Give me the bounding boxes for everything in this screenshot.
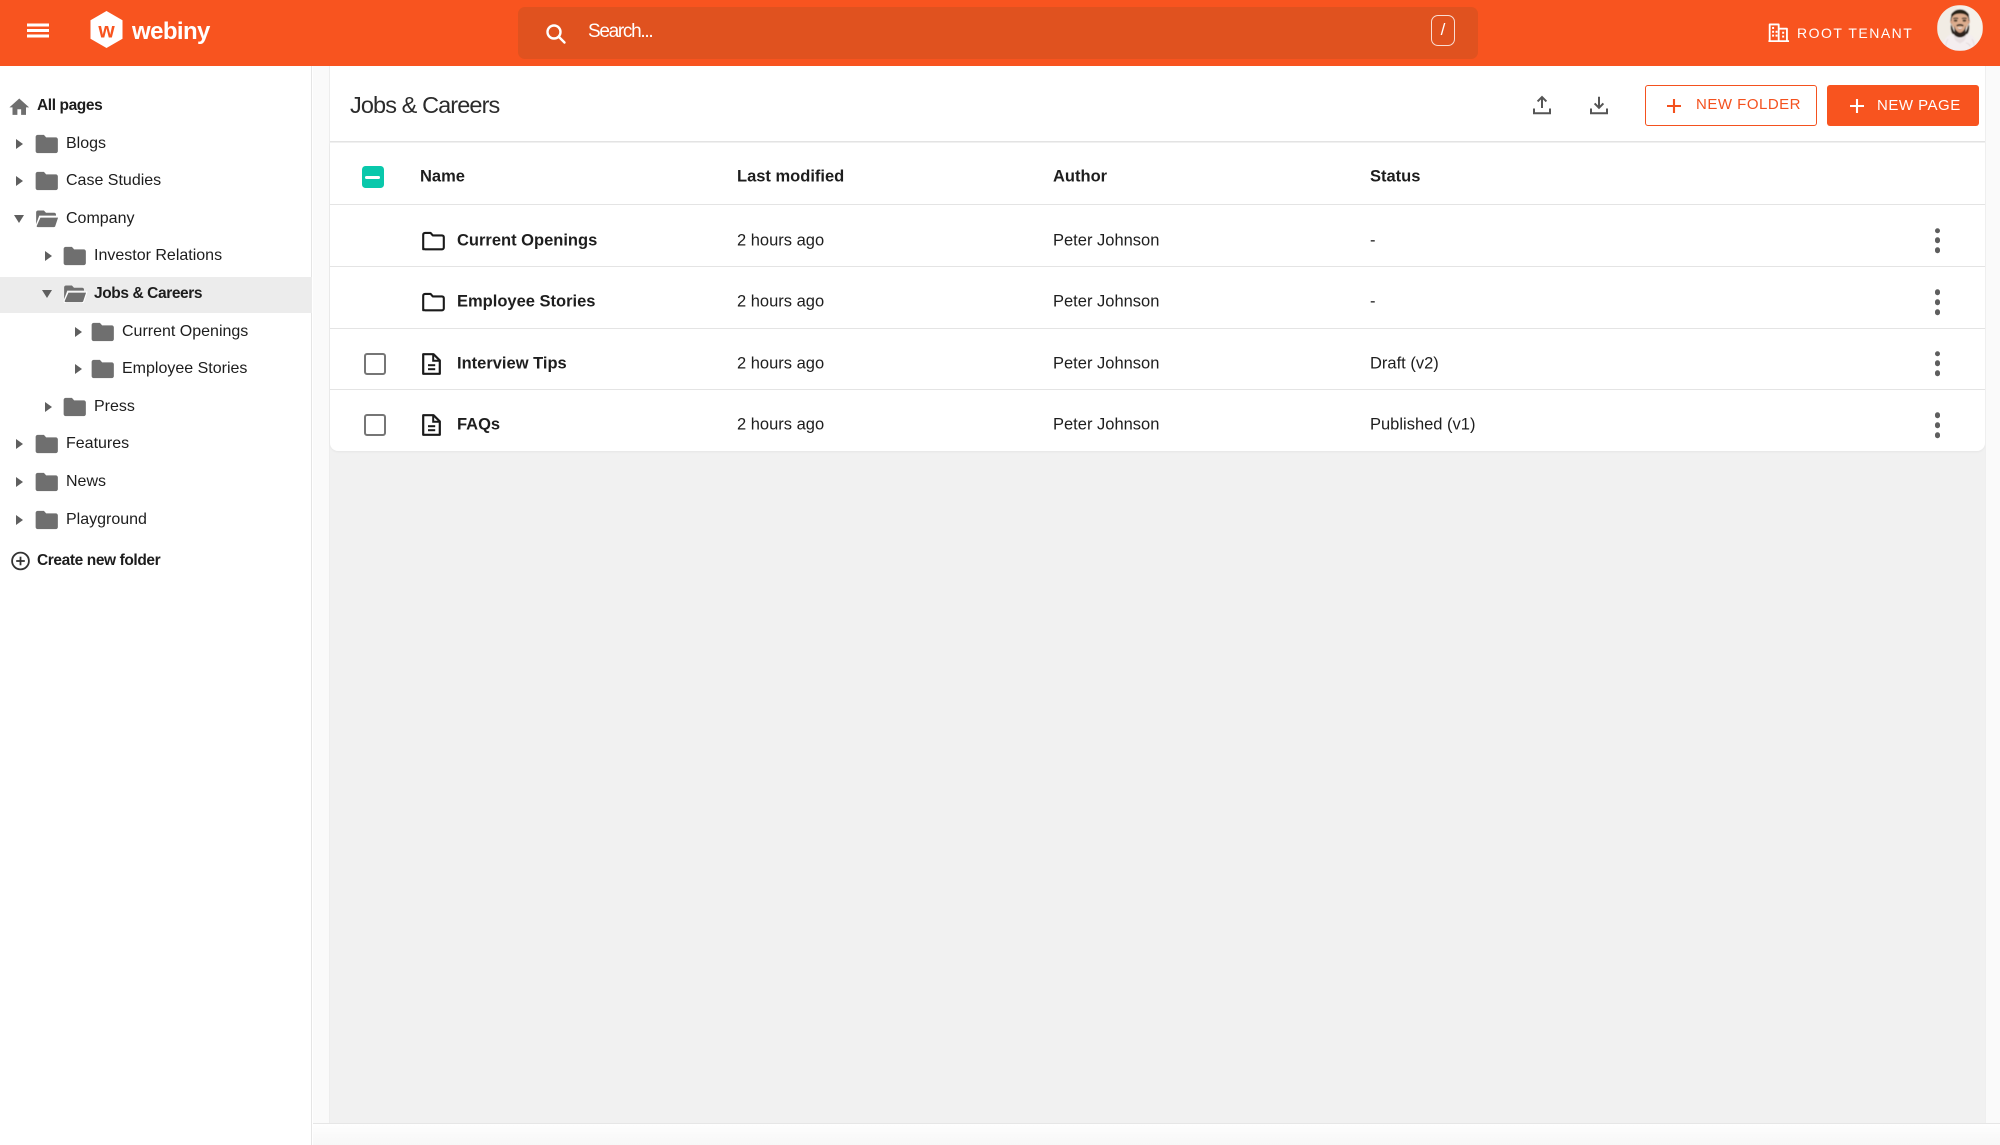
- svg-text:w: w: [97, 20, 115, 43]
